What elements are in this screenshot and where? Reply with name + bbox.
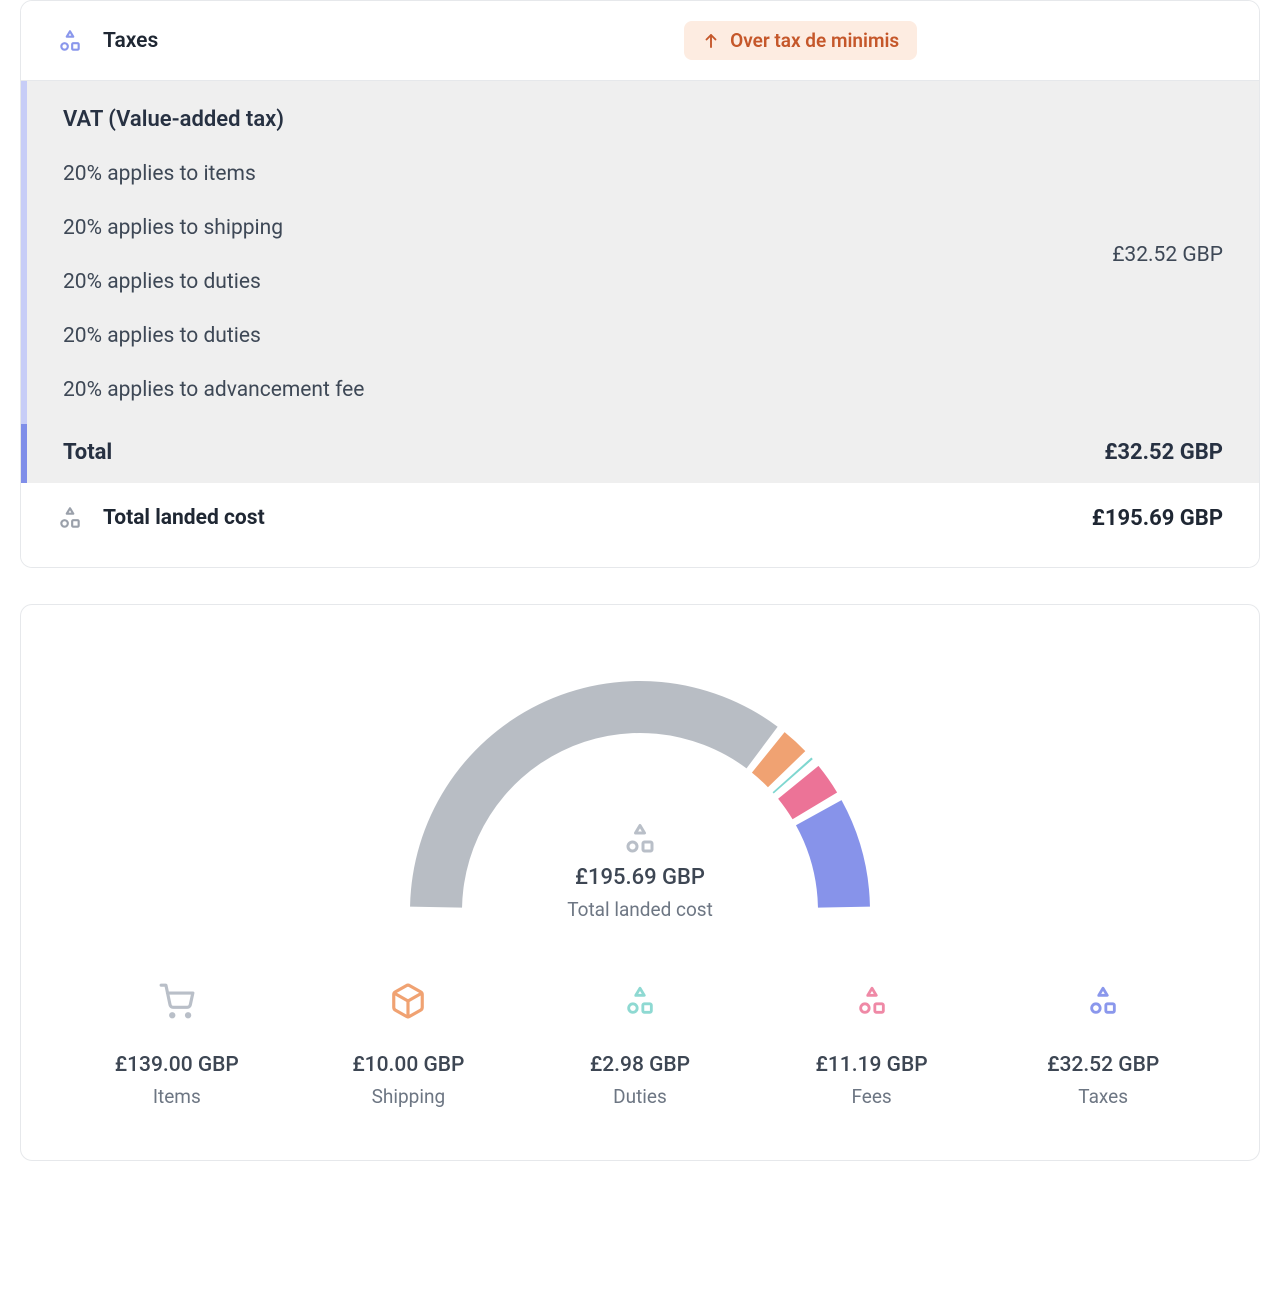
- cart-icon: [158, 977, 196, 1025]
- vat-line: 20% applies to duties: [63, 324, 364, 348]
- taxes-total-row: Total £32.52 GBP: [21, 424, 1259, 483]
- de-minimis-badge-text: Over tax de minimis: [730, 29, 899, 52]
- vat-title: VAT (Value-added tax): [63, 107, 364, 132]
- vat-amount: £32.52 GBP: [1112, 243, 1223, 267]
- taxes-total-value: £32.52 GBP: [1104, 440, 1223, 465]
- vat-line: 20% applies to shipping: [63, 216, 364, 240]
- legend-duties: £2.98 GBP Duties: [528, 977, 752, 1108]
- shapes-icon: [855, 977, 889, 1025]
- vat-line: 20% applies to duties: [63, 270, 364, 294]
- legend-fees-amount: £11.19 GBP: [816, 1053, 928, 1077]
- vat-block: VAT (Value-added tax) 20% applies to ite…: [21, 81, 1259, 424]
- box-icon: [389, 977, 427, 1025]
- legend-shipping-amount: £10.00 GBP: [352, 1053, 464, 1077]
- breakdown-card: £195.69 GBP Total landed cost £139.00 GB…: [20, 604, 1260, 1161]
- landed-cost-row: Total landed cost £195.69 GBP: [21, 483, 1259, 567]
- shapes-icon: [623, 977, 657, 1025]
- shapes-icon: [57, 505, 83, 531]
- landed-cost-value: £195.69 GBP: [1092, 506, 1223, 531]
- taxes-total-label: Total: [63, 440, 112, 465]
- legend-taxes-label: Taxes: [1078, 1085, 1128, 1108]
- shapes-icon: [57, 28, 83, 54]
- gauge-center: £195.69 GBP Total landed cost: [390, 821, 890, 921]
- breakdown-legend: £139.00 GBP Items £10.00 GBP Shipping £2…: [65, 977, 1215, 1108]
- legend-duties-amount: £2.98 GBP: [590, 1053, 690, 1077]
- taxes-header: Taxes Over tax de minimis: [21, 1, 1259, 81]
- gauge-chart: £195.69 GBP Total landed cost: [65, 661, 1215, 921]
- arrow-up-icon: [702, 32, 720, 50]
- legend-items-label: Items: [153, 1085, 201, 1108]
- legend-duties-label: Duties: [613, 1085, 667, 1108]
- taxes-card: Taxes Over tax de minimis VAT (Value-add…: [20, 0, 1260, 568]
- shapes-icon: [1086, 977, 1120, 1025]
- landed-cost-label: Total landed cost: [103, 506, 265, 530]
- vat-lines: VAT (Value-added tax) 20% applies to ite…: [63, 107, 364, 402]
- vat-line: 20% applies to items: [63, 162, 364, 186]
- legend-taxes-amount: £32.52 GBP: [1047, 1053, 1159, 1077]
- shapes-icon: [622, 821, 658, 857]
- gauge-center-label: Total landed cost: [567, 898, 713, 921]
- legend-items: £139.00 GBP Items: [65, 977, 289, 1108]
- legend-shipping-label: Shipping: [372, 1085, 446, 1108]
- legend-fees-label: Fees: [851, 1085, 891, 1108]
- vat-line: 20% applies to advancement fee: [63, 378, 364, 402]
- legend-items-amount: £139.00 GBP: [115, 1053, 239, 1077]
- taxes-title: Taxes: [103, 29, 158, 53]
- gauge-center-amount: £195.69 GBP: [575, 865, 705, 890]
- legend-shipping: £10.00 GBP Shipping: [297, 977, 521, 1108]
- legend-fees: £11.19 GBP Fees: [760, 977, 984, 1108]
- legend-taxes: £32.52 GBP Taxes: [991, 977, 1215, 1108]
- de-minimis-badge: Over tax de minimis: [684, 21, 917, 60]
